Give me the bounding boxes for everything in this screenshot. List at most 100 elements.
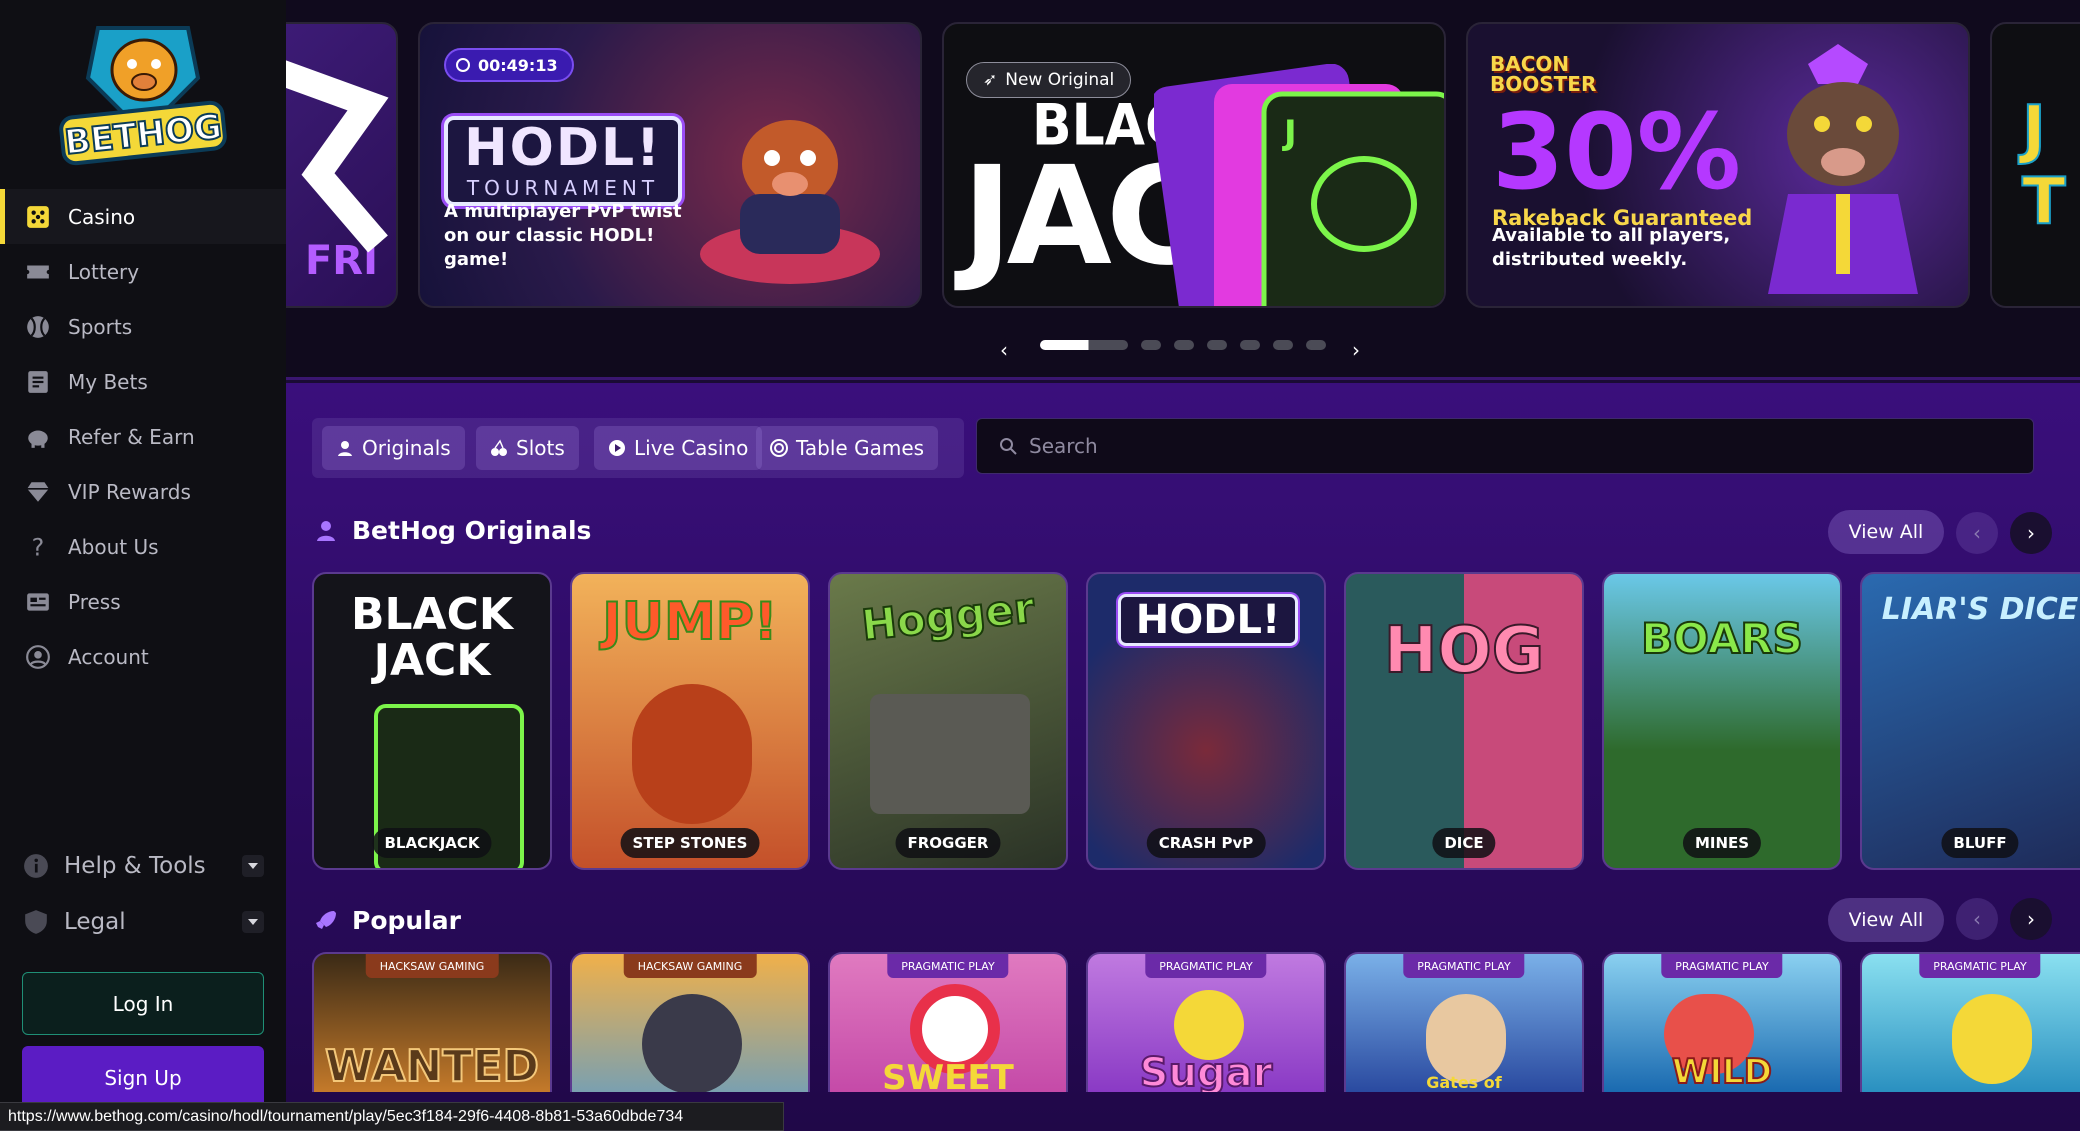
- login-button[interactable]: Log In: [22, 972, 264, 1035]
- carousel-dot[interactable]: [1306, 340, 1326, 350]
- sidebar-item-about-us[interactable]: ? About Us: [0, 519, 286, 574]
- bethog-logo[interactable]: BETHOG: [58, 18, 228, 168]
- sidebar-item-refer-earn[interactable]: Refer & Earn: [0, 409, 286, 464]
- banner-bacon-booster[interactable]: BACON BOOSTER 30% Rakeback Guaranteed Av…: [1466, 22, 1970, 308]
- game-card-popular[interactable]: PRAGMATIC PLAY Gates of: [1344, 952, 1584, 1092]
- game-card-popular[interactable]: PRAGMATIC PLAY SWEET: [828, 952, 1068, 1092]
- section-title: BetHog Originals: [352, 516, 592, 545]
- view-all-originals-button[interactable]: View All: [1828, 510, 1944, 554]
- signup-button[interactable]: Sign Up: [22, 1046, 264, 1109]
- carousel-dot[interactable]: [1207, 340, 1227, 350]
- banner-partial-right[interactable]: J T: [1990, 22, 2080, 308]
- game-card-dice[interactable]: HOG DICE: [1344, 572, 1584, 870]
- card-art-title: Gates of: [1426, 1073, 1502, 1092]
- hodl-logo-text: HODL!: [464, 118, 662, 178]
- carousel-prev-button[interactable]: ‹: [1000, 338, 1008, 362]
- view-all-popular-button[interactable]: View All: [1828, 898, 1944, 942]
- sidebar-item-account[interactable]: Account: [0, 629, 286, 684]
- game-card-step-stones[interactable]: JUMP! STEP STONES: [570, 572, 810, 870]
- info-icon: [22, 852, 50, 880]
- sidebar-item-casino[interactable]: Casino: [0, 189, 286, 244]
- card-art-title: HODL!: [1118, 594, 1298, 646]
- popular-prev-button[interactable]: ‹: [1956, 898, 1998, 940]
- timer-text: 00:49:13: [478, 55, 558, 75]
- game-card-bluff[interactable]: LIAR'S DICE BLUFF: [1860, 572, 2080, 870]
- help-tools-accordion[interactable]: Help & Tools: [22, 846, 268, 886]
- carousel-dot[interactable]: [1141, 340, 1161, 350]
- card-label: DICE: [1432, 828, 1496, 858]
- tab-live-casino[interactable]: Live Casino: [594, 426, 763, 470]
- game-card-popular[interactable]: PRAGMATIC PLAY: [1860, 952, 2080, 1092]
- sidebar-item-label: Account: [68, 644, 149, 669]
- provider-badge: PRAGMATIC PLAY: [1661, 954, 1783, 978]
- sidebar-nav: Casino Lottery Sports My Bets Refer & Ea…: [0, 189, 286, 684]
- boar-trader-illustration: [700, 120, 880, 284]
- sidebar-item-label: Lottery: [68, 259, 140, 284]
- legal-accordion[interactable]: Legal: [22, 902, 268, 942]
- sidebar-item-press[interactable]: Press: [0, 574, 286, 629]
- sidebar-item-my-bets[interactable]: My Bets: [0, 354, 286, 409]
- ticket-icon: [24, 258, 52, 286]
- bacon-booster-logo: BACON BOOSTER: [1490, 52, 1597, 96]
- game-card-popular[interactable]: PRAGMATIC PLAY Sugar: [1086, 952, 1326, 1092]
- list-icon: [24, 368, 52, 396]
- game-card-popular[interactable]: HACKSAW GAMING: [570, 952, 810, 1092]
- sidebar-item-label: My Bets: [68, 369, 148, 394]
- user-icon: [317, 520, 335, 541]
- ball-icon: [24, 313, 52, 341]
- card-art-shape: [632, 684, 752, 824]
- browser-status-url: https://www.bethog.com/casino/hodl/tourn…: [0, 1102, 784, 1131]
- game-card-mines[interactable]: BOARS MINES: [1602, 572, 1842, 870]
- card-art-title: LIAR'S DICE: [1881, 592, 2079, 627]
- originals-prev-button[interactable]: ‹: [1956, 512, 1998, 554]
- sidebar-item-label: Press: [68, 589, 121, 614]
- tab-originals[interactable]: Originals: [322, 426, 465, 470]
- carousel-dot[interactable]: [1273, 340, 1293, 350]
- card-label: FROGGER: [895, 828, 1001, 858]
- shield-icon: [22, 908, 50, 936]
- user-icon: [338, 441, 352, 456]
- sidebar-item-sports[interactable]: Sports: [0, 299, 286, 354]
- cherry-icon: [491, 439, 507, 456]
- banner-partial-left[interactable]: FRI: [286, 22, 398, 308]
- tab-table-games[interactable]: Table Games: [756, 426, 939, 470]
- game-card-frogger[interactable]: Hogger FROGGER: [828, 572, 1068, 870]
- card-label: BLACKJACK: [372, 828, 492, 858]
- carousel-dot[interactable]: [1174, 340, 1194, 350]
- game-card-popular[interactable]: PRAGMATIC PLAY WILD: [1602, 952, 1842, 1092]
- search-bar[interactable]: [976, 418, 2034, 474]
- game-card-crash-pvp[interactable]: HODL! CRASH PvP: [1086, 572, 1326, 870]
- carousel-dot[interactable]: [1040, 340, 1128, 350]
- carousel-next-button[interactable]: ›: [1352, 338, 1360, 362]
- tab-label: Table Games: [796, 436, 925, 460]
- originals-next-button[interactable]: ›: [2010, 512, 2052, 554]
- chevron-down-icon[interactable]: [242, 911, 264, 933]
- tab-label: Live Casino: [634, 436, 749, 460]
- section-header-originals: BetHog Originals: [314, 516, 591, 545]
- popular-next-button[interactable]: ›: [2010, 898, 2052, 940]
- game-card-popular[interactable]: HACKSAW GAMING WANTED: [312, 952, 552, 1092]
- boar-mascot-illustration: [1768, 44, 1918, 294]
- provider-badge: HACKSAW GAMING: [365, 954, 499, 978]
- category-filters: Originals Slots Live Casino Table Games: [312, 418, 964, 478]
- carousel-dot[interactable]: [1240, 340, 1260, 350]
- provider-badge: PRAGMATIC PLAY: [887, 954, 1009, 978]
- sidebar-item-lottery[interactable]: Lottery: [0, 244, 286, 299]
- game-card-blackjack[interactable]: BLACK JACK BLACKJACK: [312, 572, 552, 870]
- banner-hodl-tournament[interactable]: 00:49:13 HODL! TOURNAMENT A multiplayer …: [418, 22, 922, 308]
- sidebar-item-label: Sports: [68, 314, 133, 339]
- card-art-title: SWEET: [882, 1058, 1014, 1092]
- search-input[interactable]: [1029, 434, 1989, 458]
- card-art-shape: [1426, 994, 1506, 1084]
- chevron-down-icon[interactable]: [242, 855, 264, 877]
- rakeback-percent: 30%: [1492, 91, 1741, 213]
- sidebar-item-vip-rewards[interactable]: VIP Rewards: [0, 464, 286, 519]
- section-title: Popular: [352, 906, 461, 935]
- banner-blackjack[interactable]: ➶ New Original BLACK JACK J: [942, 22, 1446, 308]
- legal-label: Legal: [64, 909, 126, 935]
- tab-slots[interactable]: Slots: [476, 426, 579, 470]
- provider-badge: PRAGMATIC PLAY: [1919, 954, 2041, 978]
- sidebar-item-label: Refer & Earn: [68, 424, 195, 449]
- card-art-title: WANTED: [324, 1040, 540, 1092]
- card-label: CRASH PvP: [1146, 828, 1266, 858]
